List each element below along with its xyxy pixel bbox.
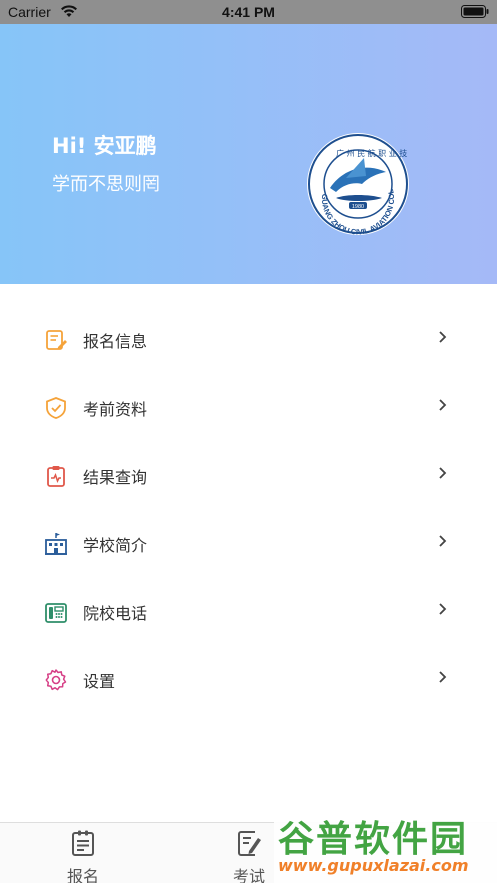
menu-label: 院校电话: [83, 604, 148, 623]
shield-check-icon: [46, 397, 66, 419]
menu-list: 报名信息 考前资料 结果查询 学校简介 院校电话 设置: [0, 306, 497, 714]
menu-item-result-query[interactable]: 结果查询: [0, 442, 497, 510]
chevron-right-icon: [439, 535, 447, 547]
profile-header: Hi! 安亚鹏 学而不思则罔 GUANG ZHOU CIVIL AVIATION…: [0, 24, 497, 284]
menu-label: 学校简介: [83, 536, 148, 555]
telephone-icon: [45, 603, 67, 623]
tab-registration[interactable]: 报名: [43, 827, 123, 883]
college-logo: GUANG ZHOU CIVIL AVIATION COLLEGE 广 州 民 …: [306, 132, 410, 236]
menu-label: 考前资料: [83, 400, 148, 419]
menu-label: 报名信息: [83, 332, 148, 351]
gear-icon: [45, 669, 67, 691]
watermark-title: 谷普软件园: [278, 819, 469, 860]
pencil-note-icon: [238, 831, 261, 856]
svg-text:1980: 1980: [352, 204, 364, 210]
menu-item-school-intro[interactable]: 学校简介: [0, 510, 497, 578]
greeting-text: Hi! 安亚鹏: [52, 134, 157, 158]
chevron-right-icon: [439, 399, 447, 411]
menu-label: 设置: [83, 672, 116, 691]
chevron-right-icon: [439, 467, 447, 479]
clipboard-icon: [47, 466, 65, 487]
menu-item-registration-info[interactable]: 报名信息: [0, 306, 497, 374]
status-bar: Carrier 4:41 PM: [0, 0, 497, 24]
school-building-icon: [45, 533, 67, 555]
chevron-right-icon: [439, 671, 447, 683]
chevron-right-icon: [439, 331, 447, 343]
chevron-right-icon: [439, 603, 447, 615]
menu-item-exam-materials[interactable]: 考前资料: [0, 374, 497, 442]
clipboard-list-icon: [72, 830, 94, 856]
clock: 4:41 PM: [222, 4, 275, 20]
watermark-url: www.gupuxlazai.com: [278, 856, 469, 875]
motto-text: 学而不思则罔: [52, 174, 160, 195]
menu-item-school-phone[interactable]: 院校电话: [0, 578, 497, 646]
menu-item-settings[interactable]: 设置: [0, 646, 497, 714]
battery-icon: [461, 5, 489, 18]
menu-label: 结果查询: [83, 468, 148, 487]
registration-form-icon: [46, 330, 67, 350]
site-watermark: 谷普软件园 www.gupuxlazai.com: [274, 808, 497, 883]
tab-label: 报名: [66, 867, 99, 883]
svg-text:广 州 民 航 职 业 技 术 学 院: 广 州 民 航 职 业 技 术 学 院: [336, 148, 410, 158]
